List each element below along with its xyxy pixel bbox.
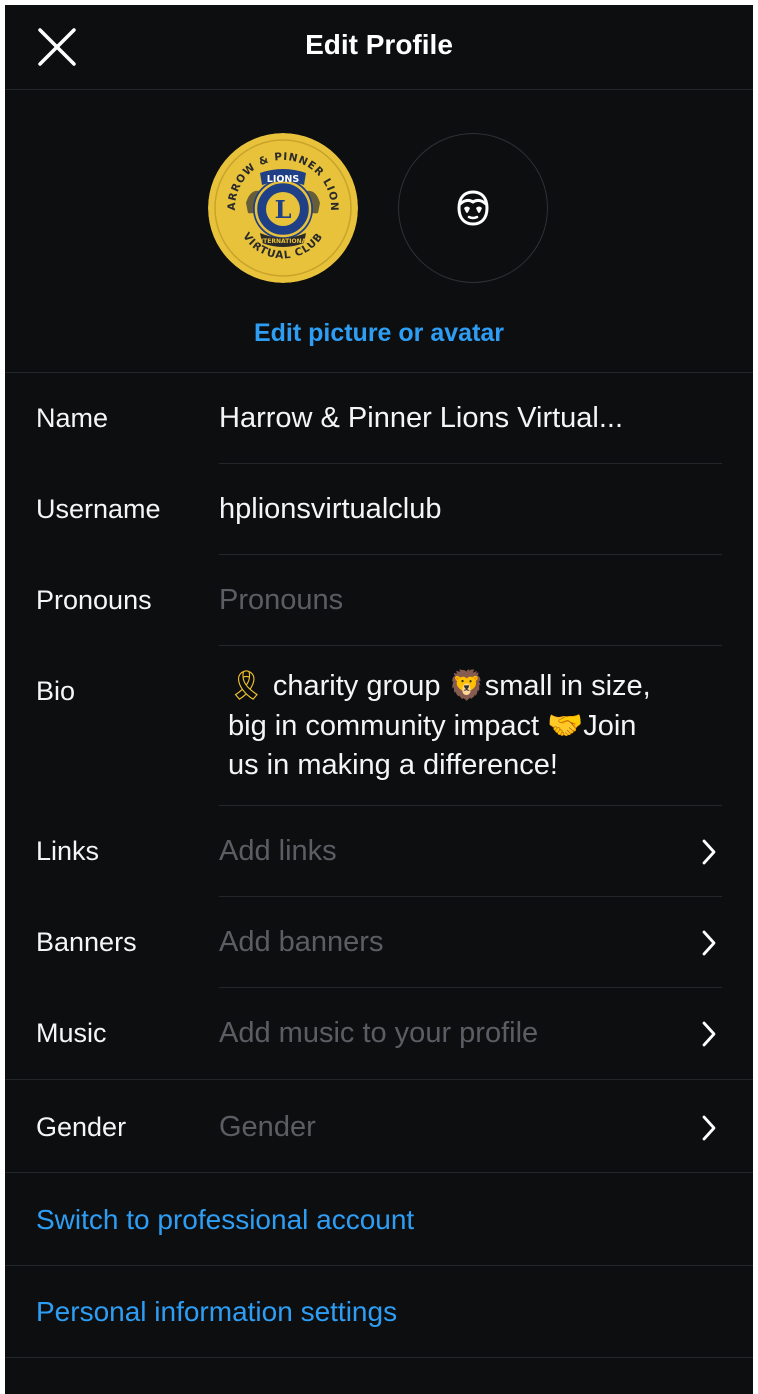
username-row[interactable]: Username hplionsvirtualclub xyxy=(5,464,753,555)
links-row[interactable]: Links Add links xyxy=(5,806,753,897)
chevron-right-icon xyxy=(702,1115,716,1141)
name-value[interactable]: Harrow & Pinner Lions Virtual... xyxy=(219,402,623,435)
ribbon-emoji: 🎗 xyxy=(228,668,265,702)
links-input[interactable]: Add links xyxy=(219,835,337,868)
links-label: Links xyxy=(36,836,100,866)
pronouns-label: Pronouns xyxy=(36,585,152,615)
chevron-right-icon xyxy=(702,1021,716,1047)
bio-line-3: us in making a difference! xyxy=(228,749,558,781)
name-label: Name xyxy=(36,403,109,433)
bio-row[interactable]: Bio 🎗 charity group 🦁small in size, big … xyxy=(5,646,753,806)
profile-picture[interactable]: HARROW & PINNER LIONS VIRTUAL CLUB L LIO… xyxy=(208,133,358,283)
lion-emoji: 🦁 xyxy=(448,668,485,702)
username-label: Username xyxy=(36,494,161,524)
bio-label: Bio xyxy=(36,676,76,706)
chevron-right-icon xyxy=(702,930,716,956)
edit-profile-screen: Edit Profile HARROW & PINNER LIONS VIRTU… xyxy=(5,5,753,1394)
banners-row[interactable]: Banners Add banners xyxy=(5,897,753,988)
page-title: Edit Profile xyxy=(305,29,453,60)
chevron-right-icon xyxy=(702,839,716,865)
svg-text:L: L xyxy=(275,195,292,224)
header: Edit Profile xyxy=(5,5,753,90)
gender-row[interactable]: Gender Gender xyxy=(5,1080,753,1173)
pronouns-input[interactable]: Pronouns xyxy=(219,584,343,617)
svg-text:INTERNATIONAL: INTERNATIONAL xyxy=(256,238,310,245)
svg-text:LIONS: LIONS xyxy=(267,174,300,185)
avatar-section: HARROW & PINNER LIONS VIRTUAL CLUB L LIO… xyxy=(5,89,753,373)
bio-line-2: big in community impact 🤝Join xyxy=(228,706,728,746)
switch-professional-link[interactable]: Switch to professional account xyxy=(36,1204,414,1236)
music-input[interactable]: Add music to your profile xyxy=(219,1017,538,1050)
pronouns-row[interactable]: Pronouns Pronouns xyxy=(5,555,753,646)
bio-text-segment: small in size, xyxy=(484,670,651,702)
name-row[interactable]: Name Harrow & Pinner Lions Virtual... xyxy=(5,373,753,464)
gender-label: Gender xyxy=(36,1112,127,1142)
lions-club-logo: HARROW & PINNER LIONS VIRTUAL CLUB L LIO… xyxy=(208,133,358,283)
username-value[interactable]: hplionsvirtualclub xyxy=(219,493,441,526)
handshake-emoji: 🤝 xyxy=(547,708,584,742)
banners-label: Banners xyxy=(36,927,137,957)
edit-picture-link[interactable]: Edit picture or avatar xyxy=(5,319,753,348)
divider xyxy=(5,1172,753,1173)
personal-info-settings-link[interactable]: Personal information settings xyxy=(36,1296,397,1328)
divider xyxy=(5,1265,753,1266)
bio-value[interactable]: 🎗 charity group 🦁small in size, big in c… xyxy=(228,666,728,785)
bio-text-segment: charity group xyxy=(272,670,441,702)
banners-input[interactable]: Add banners xyxy=(219,926,383,959)
avatar-button[interactable] xyxy=(398,133,548,283)
avatar-face-icon xyxy=(457,190,489,226)
gender-input[interactable]: Gender xyxy=(219,1111,316,1144)
music-row[interactable]: Music Add music to your profile xyxy=(5,988,753,1080)
bio-line-1: 🎗 charity group 🦁small in size, xyxy=(228,666,728,706)
bio-text-segment: Join xyxy=(583,710,637,742)
music-label: Music xyxy=(36,1018,107,1048)
divider xyxy=(5,1357,753,1358)
bio-text-segment: big in community impact xyxy=(228,710,540,742)
